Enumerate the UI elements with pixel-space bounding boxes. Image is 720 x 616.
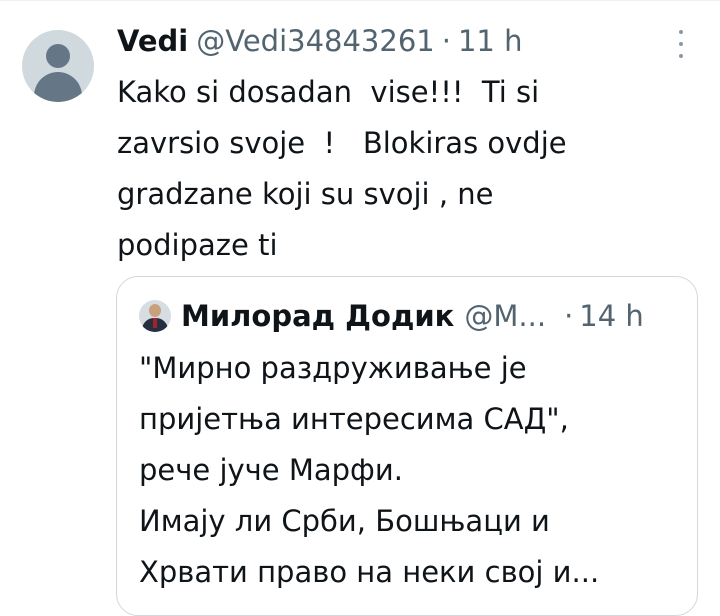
more-options-icon[interactable]	[676, 30, 686, 58]
tweet-text-line: gradzane koji su svoji , ne	[117, 177, 494, 211]
quoted-author-display-name: Милорад Додик	[181, 299, 455, 333]
quoted-text-line: рече јуче Марфи.	[139, 453, 403, 487]
quoted-tweet-card[interactable]: Милорад Додик @M... · 14 h "Мирно раздру…	[116, 276, 698, 616]
tweet-header: Vedi @Vedi34843261 · 11 h	[117, 21, 522, 61]
author-handle[interactable]: @Vedi34843261	[196, 24, 435, 58]
default-avatar-body	[34, 72, 82, 102]
default-avatar-icon	[46, 44, 70, 68]
quoted-text-line: Имају ли Срби, Бошњаци и	[139, 504, 550, 538]
avatar[interactable]	[22, 30, 94, 102]
tweet-text-line: podipaze ti	[117, 228, 278, 262]
header-separator: ·	[441, 24, 451, 58]
quoted-tweet-header: Милорад Додик @M... · 14 h	[139, 296, 644, 336]
tweet-timestamp[interactable]: 11 h	[458, 24, 523, 58]
top-divider	[0, 0, 720, 1]
author-display-name[interactable]: Vedi	[117, 24, 188, 58]
quoted-tweet-text: "Мирно раздруживање је пријетња интереси…	[139, 343, 679, 598]
quoted-text-line: "Мирно раздруживање је	[139, 351, 527, 385]
quoted-author-handle: @M...	[464, 299, 547, 333]
quoted-author-avatar	[139, 300, 171, 332]
tweet-text-line: Kako si dosadan vise!!! Ti si	[117, 75, 540, 109]
quoted-text-line: Хрвати право на неки свој и...	[139, 555, 600, 589]
tweet-text: Kako si dosadan vise!!! Ti si zavrsio sv…	[117, 67, 677, 271]
quoted-header-separator: ·	[564, 299, 574, 333]
tweet-text-line: zavrsio svoje ! Blokiras ovdje	[117, 126, 567, 160]
quoted-tweet-timestamp: 14 h	[579, 299, 644, 333]
quoted-text-line: пријетња интересима САД",	[139, 402, 569, 436]
